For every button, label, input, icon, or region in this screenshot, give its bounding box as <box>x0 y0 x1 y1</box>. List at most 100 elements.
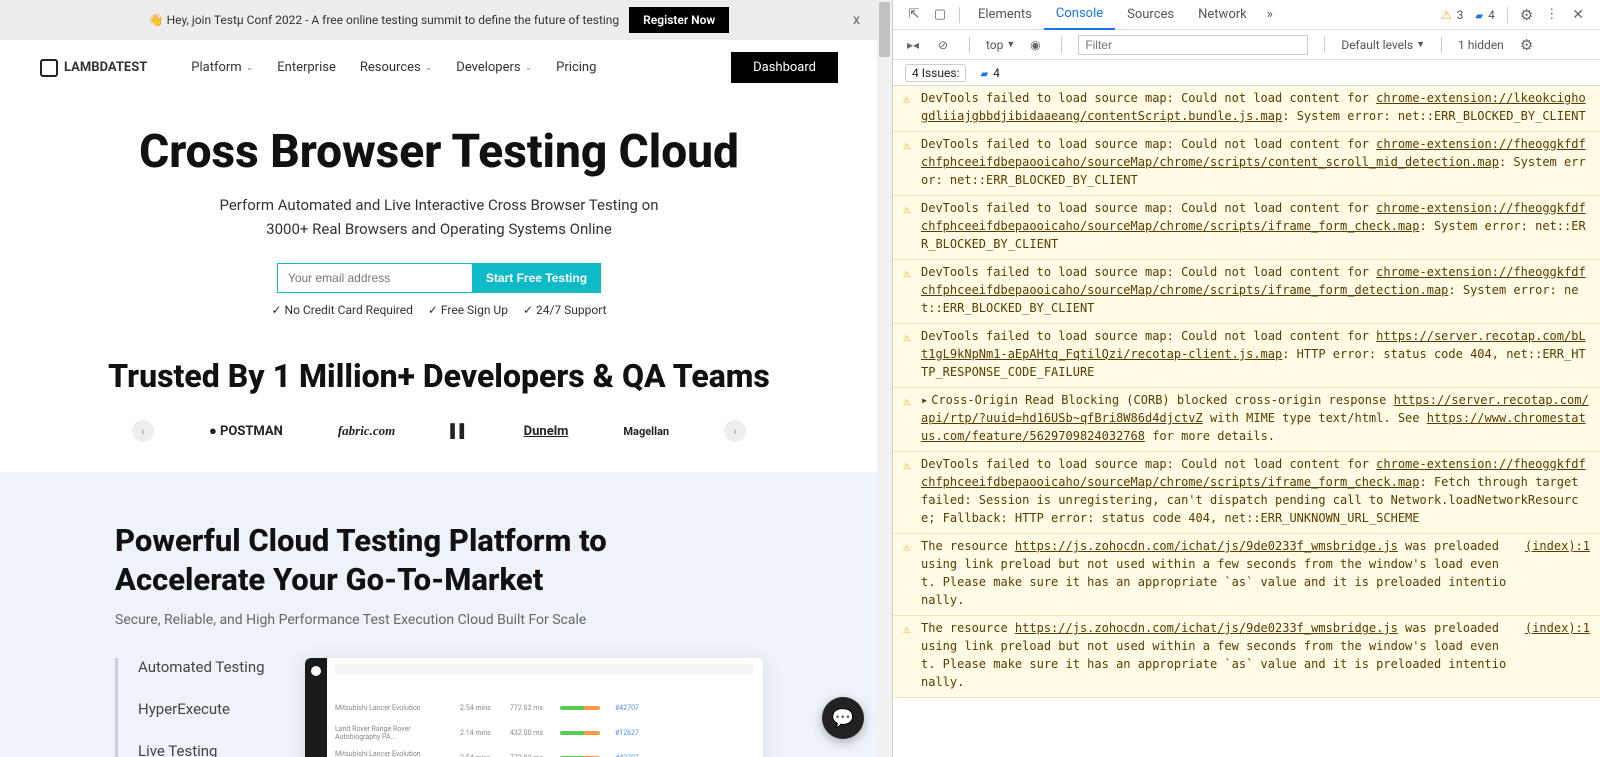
message-link[interactable]: https://server.recotap.com/bLt1gL9kNpNm1… <box>921 329 1586 361</box>
live-expression-icon[interactable]: ◉ <box>1025 38 1045 52</box>
warning-icon: ⚠ <box>903 537 921 609</box>
hero-checks: No Credit Card Required Free Sign Up 24/… <box>0 303 878 317</box>
message-text: DevTools failed to load source map: Coul… <box>921 263 1590 317</box>
kebab-menu-icon[interactable]: ⋮ <box>1539 7 1564 22</box>
banner-text: 👋 Hey, join Testμ Conf 2022 - A free onl… <box>149 13 619 27</box>
console-message[interactable]: ⚠DevTools failed to load source map: Cou… <box>893 196 1600 260</box>
warning-icon: ⚠ <box>903 619 921 691</box>
message-link[interactable]: https://js.zohocdn.com/ichat/js/9de0233f… <box>1015 621 1398 635</box>
chevron-down-icon: ⌄ <box>246 63 254 73</box>
message-source[interactable]: (index):1 <box>1510 537 1590 609</box>
message-link[interactable]: chrome-extension://fheoggkfdfchfphceeifd… <box>921 137 1586 169</box>
devtools-close-icon[interactable]: ✕ <box>1564 7 1592 23</box>
warning-badge[interactable]: 3 <box>1435 8 1470 22</box>
chat-bubble-icon[interactable]: 💬 <box>822 697 864 739</box>
warning-icon: ⚠ <box>903 455 921 527</box>
console-message[interactable]: ⚠DevTools failed to load source map: Cou… <box>893 86 1600 132</box>
bottom-section: Powerful Cloud Testing Platform to Accel… <box>0 472 878 757</box>
log-levels[interactable]: Default levels▼ <box>1341 38 1425 52</box>
inspect-icon[interactable]: ⇱ <box>901 2 927 28</box>
message-text: The resource https://js.zohocdn.com/icha… <box>921 619 1510 691</box>
device-toggle-icon[interactable]: ▢ <box>927 2 953 28</box>
message-link[interactable]: https://js.zohocdn.com/ichat/js/9de0233f… <box>1015 539 1398 553</box>
clear-console-icon[interactable]: ⊘ <box>933 38 953 52</box>
tab-hyperexecute[interactable]: HyperExecute <box>138 700 265 718</box>
sidebar-toggle-icon[interactable]: ▸◂ <box>903 38 923 52</box>
dashboard-button[interactable]: Dashboard <box>731 52 838 83</box>
warning-icon: ⚠ <box>903 89 921 125</box>
console-message[interactable]: ⚠DevTools failed to load source map: Cou… <box>893 452 1600 534</box>
issues-label[interactable]: 4 Issues: <box>905 64 966 82</box>
main-nav: LAMBDATEST Platform⌄ Enterprise Resource… <box>0 40 878 95</box>
filter-input[interactable] <box>1078 35 1308 55</box>
bottom-sub: Secure, Reliable, and High Performance T… <box>115 612 763 628</box>
hidden-count[interactable]: 1 hidden <box>1458 38 1504 52</box>
message-link[interactable]: chrome-extension://fheoggkfdfchfphceeifd… <box>921 265 1586 297</box>
settings-gear-icon[interactable]: ⚙ <box>1514 6 1539 24</box>
logo-carousel: ‹ ● POSTMAN fabric.com ▌▌ Dunelm Magella… <box>0 420 878 442</box>
hero-subtitle: Perform Automated and Live Interactive C… <box>0 193 878 241</box>
warning-icon: ⚠ <box>903 327 921 381</box>
warning-icon: ⚠ <box>903 391 921 445</box>
promo-banner: 👋 Hey, join Testμ Conf 2022 - A free onl… <box>0 0 878 40</box>
start-free-button[interactable]: Start Free Testing <box>472 263 601 293</box>
more-tabs-icon[interactable]: » <box>1259 7 1281 22</box>
tab-network[interactable]: Network <box>1186 0 1259 30</box>
context-selector[interactable]: top▼ <box>986 38 1015 52</box>
logo-generic: ▌▌ <box>450 423 468 439</box>
tab-live[interactable]: Live Testing <box>138 742 265 757</box>
console-message[interactable]: ⚠The resource https://js.zohocdn.com/ich… <box>893 616 1600 698</box>
feature-screenshot: Mitsubishi Lancer Evolution2.54 mins772.… <box>305 658 763 757</box>
register-button[interactable]: Register Now <box>629 7 729 33</box>
issues-badge[interactable]: 4 <box>974 66 1005 80</box>
bottom-heading: Powerful Cloud Testing Platform to Accel… <box>115 522 763 600</box>
message-text: Cross-Origin Read Blocking (CORB) blocke… <box>921 391 1590 445</box>
page-scrollbar[interactable] <box>877 0 892 757</box>
message-text: DevTools failed to load source map: Coul… <box>921 455 1590 527</box>
message-text: DevTools failed to load source map: Coul… <box>921 327 1590 381</box>
hero-title: Cross Browser Testing Cloud <box>0 125 878 179</box>
tab-automated[interactable]: Automated Testing <box>138 658 265 676</box>
warning-icon: ⚠ <box>903 199 921 253</box>
carousel-prev-icon[interactable]: ‹ <box>132 420 154 442</box>
console-message[interactable]: ⚠DevTools failed to load source map: Cou… <box>893 260 1600 324</box>
console-message[interactable]: ⚠DevTools failed to load source map: Cou… <box>893 324 1600 388</box>
warning-icon: ⚠ <box>903 263 921 317</box>
website-pane: 👋 Hey, join Testμ Conf 2022 - A free onl… <box>0 0 893 757</box>
console-message[interactable]: ⚠Cross-Origin Read Blocking (CORB) block… <box>893 388 1600 452</box>
issues-row: 4 Issues: 4 <box>893 60 1600 86</box>
tab-sources[interactable]: Sources <box>1115 0 1186 30</box>
message-link[interactable]: chrome-extension://fheoggkfdfchfphceeifd… <box>921 201 1586 233</box>
email-input[interactable] <box>277 263 472 293</box>
devtools-panel: ⇱ ▢ Elements Console Sources Network » 3… <box>893 0 1600 757</box>
message-text: The resource https://js.zohocdn.com/icha… <box>921 537 1510 609</box>
console-toolbar: ▸◂ ⊘ top▼ ◉ Default levels▼ 1 hidden ⚙ <box>893 30 1600 60</box>
banner-close-icon[interactable]: x <box>853 12 860 28</box>
chevron-down-icon: ⌄ <box>425 63 433 73</box>
message-link[interactable]: chrome-extension://fheoggkfdfchfphceeifd… <box>921 457 1586 489</box>
tab-console[interactable]: Console <box>1044 0 1115 30</box>
tab-elements[interactable]: Elements <box>966 0 1044 30</box>
logo-postman: ● POSTMAN <box>209 423 283 439</box>
console-body[interactable]: ⚠DevTools failed to load source map: Cou… <box>893 86 1600 757</box>
brand-text: LAMBDATEST <box>64 60 147 75</box>
nav-platform[interactable]: Platform⌄ <box>191 60 253 75</box>
brand-logo[interactable]: LAMBDATEST <box>40 59 147 77</box>
console-settings-icon[interactable]: ⚙ <box>1514 36 1539 54</box>
carousel-next-icon[interactable]: › <box>724 420 746 442</box>
message-text: DevTools failed to load source map: Coul… <box>921 135 1590 189</box>
chevron-down-icon: ⌄ <box>525 63 533 73</box>
message-source[interactable]: (index):1 <box>1510 619 1590 691</box>
nav-developers[interactable]: Developers⌄ <box>456 60 532 75</box>
message-badge[interactable]: 4 <box>1469 8 1500 22</box>
trusted-heading: Trusted By 1 Million+ Developers & QA Te… <box>0 357 878 395</box>
nav-resources[interactable]: Resources⌄ <box>360 60 432 75</box>
nav-enterprise[interactable]: Enterprise <box>277 60 336 75</box>
logo-magellan: Magellan <box>623 425 669 438</box>
devtools-tabbar: ⇱ ▢ Elements Console Sources Network » 3… <box>893 0 1600 30</box>
message-link[interactable]: chrome-extension://lkeokcighogdliiajgbbd… <box>921 91 1586 123</box>
nav-pricing[interactable]: Pricing <box>556 60 596 75</box>
feature-tabs: Automated Testing HyperExecute Live Test… <box>115 658 265 757</box>
console-message[interactable]: ⚠The resource https://js.zohocdn.com/ich… <box>893 534 1600 616</box>
console-message[interactable]: ⚠DevTools failed to load source map: Cou… <box>893 132 1600 196</box>
